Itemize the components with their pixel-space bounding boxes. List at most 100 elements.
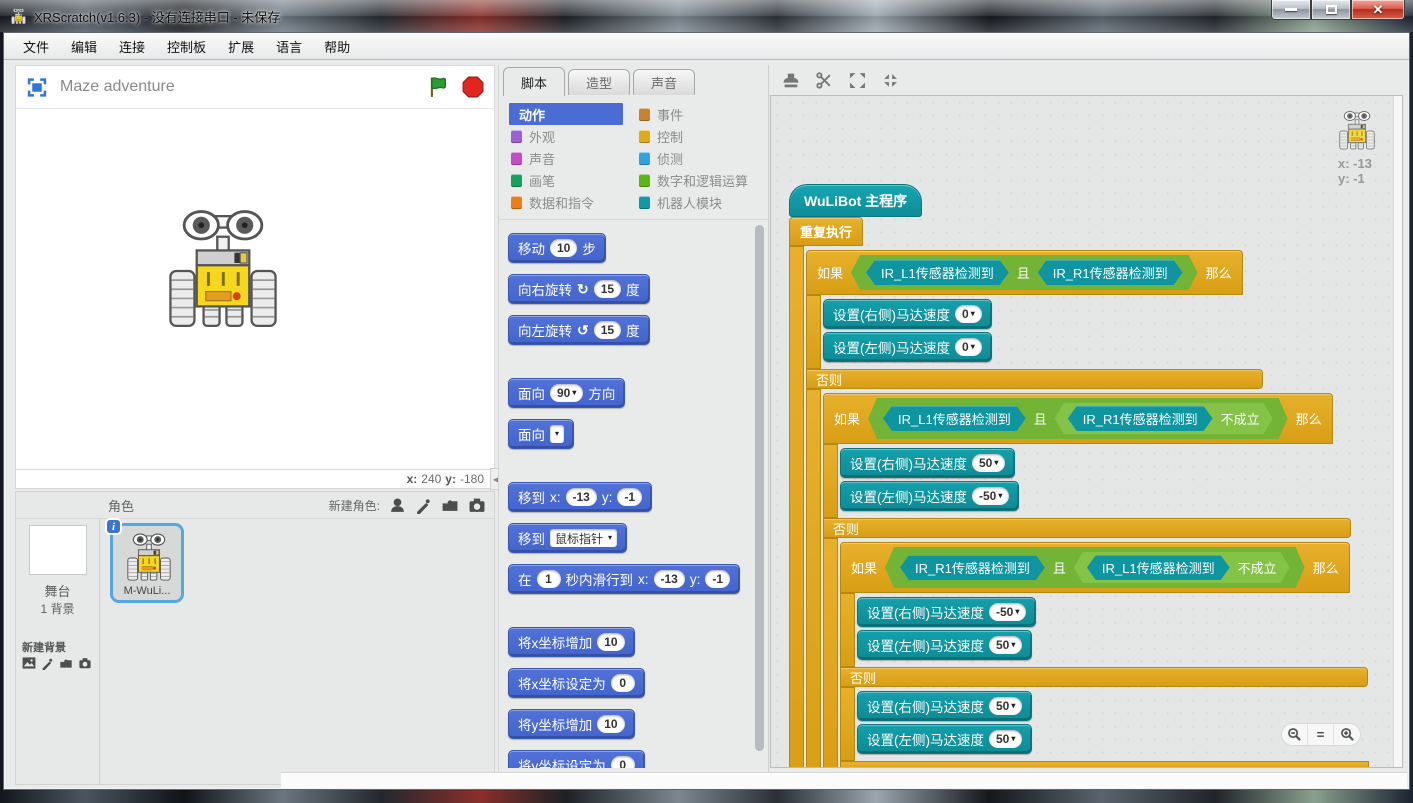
minimize-button[interactable]	[1271, 0, 1311, 20]
number-input[interactable]: -13	[654, 570, 685, 588]
set-right-motor-block[interactable]: 设置(右侧)马达速度50▾	[857, 691, 1032, 721]
block-turn-left[interactable]: 向左旋转↺15度	[508, 315, 650, 345]
menu-connect[interactable]: 连接	[108, 33, 156, 60]
green-flag-button[interactable]	[428, 76, 450, 98]
set-right-motor-block[interactable]: 设置(右侧)马达速度-50▾	[857, 597, 1036, 627]
and-operator[interactable]: IR_L1传感器检测到 且 IR_R1传感器检测到	[851, 255, 1198, 290]
category-events[interactable]: 事件	[637, 103, 765, 125]
set-right-motor-block[interactable]: 设置(右侧)马达速度50▾	[840, 448, 1015, 478]
category-data[interactable]: 数据和指令	[509, 191, 637, 213]
scissors-icon[interactable]	[816, 72, 833, 89]
block-goto-mouse[interactable]: 移到鼠标指针▾	[508, 523, 627, 553]
block-set-y[interactable]: 将y坐标设定为0	[508, 750, 645, 768]
new-sprite-paint-icon[interactable]	[415, 497, 432, 514]
block-change-y[interactable]: 将y坐标增加10	[508, 709, 635, 739]
new-backdrop-camera-icon[interactable]	[78, 657, 92, 669]
and-operator[interactable]: IR_L1传感器检测到 且 IR_R1传感器检测到 不成立	[868, 398, 1288, 439]
category-motion[interactable]: 动作	[509, 103, 623, 125]
if-else-block-2[interactable]: 如果 IR_L1传感器检测到 且 IR_R1传感器检测到 不成立	[823, 393, 1383, 768]
not-operator[interactable]: IR_R1传感器检测到 不成立	[1055, 403, 1273, 434]
sensor-block-ir-l1[interactable]: IR_L1传感器检测到	[883, 406, 1026, 431]
dropdown-input[interactable]: 50▾	[989, 730, 1022, 748]
forever-block[interactable]: 重复执行 如果 IR_L1传感器检测到 且 IR_R1传感器检测到	[789, 217, 1383, 768]
block-glide[interactable]: 在1秒内滑行到x:-13y:-1	[508, 564, 740, 594]
number-input[interactable]: 15	[594, 280, 621, 298]
sensor-block-ir-r1[interactable]: IR_R1传感器检测到	[1038, 260, 1183, 285]
number-input[interactable]: 0	[611, 756, 635, 768]
category-looks[interactable]: 外观	[509, 125, 637, 147]
set-right-motor-block[interactable]: 设置(右侧)马达速度0▾	[823, 299, 992, 329]
category-pen[interactable]: 画笔	[509, 169, 637, 191]
and-operator[interactable]: IR_R1传感器检测到 且 IR_L1传感器检测到 不成立	[885, 547, 1305, 588]
menu-help[interactable]: 帮助	[313, 33, 361, 60]
dropdown-input[interactable]: 鼠标指针▾	[550, 529, 617, 547]
block-point-direction[interactable]: 面向90▾方向	[508, 378, 625, 408]
palette-scrollbar[interactable]	[755, 225, 764, 751]
block-point-towards[interactable]: 面向▾	[508, 419, 574, 449]
dropdown-input[interactable]: -50▾	[972, 487, 1009, 505]
sensor-block-ir-r1[interactable]: IR_R1传感器检测到	[900, 555, 1045, 580]
category-control[interactable]: 控制	[637, 125, 765, 147]
project-title[interactable]: Maze adventure	[60, 78, 428, 96]
number-input[interactable]: 1	[537, 570, 561, 588]
number-input[interactable]: 0	[611, 674, 635, 692]
stage-sprite-image[interactable]	[164, 207, 282, 335]
number-input[interactable]: 15	[594, 321, 621, 339]
dropdown-input[interactable]: 50▾	[989, 697, 1022, 715]
block-change-x[interactable]: 将x坐标增加10	[508, 627, 635, 657]
block-goto-xy[interactable]: 移到x:-13y:-1	[508, 482, 652, 512]
category-robot[interactable]: 机器人模块	[637, 191, 765, 213]
menu-language[interactable]: 语言	[265, 33, 313, 60]
number-input[interactable]: 10	[550, 239, 577, 257]
menu-edit[interactable]: 编辑	[60, 33, 108, 60]
close-button[interactable]: ✕	[1351, 0, 1405, 20]
new-sprite-upload-icon[interactable]	[441, 497, 459, 514]
stop-button[interactable]	[462, 76, 484, 98]
dropdown-input[interactable]: 0▾	[955, 305, 982, 323]
zoom-out-button[interactable]	[1282, 724, 1308, 745]
tab-sounds[interactable]: 声音	[633, 69, 695, 95]
if-else-block-1[interactable]: 如果 IR_L1传感器检测到 且 IR_R1传感器检测到 那么 设置(右侧)马达…	[806, 250, 1383, 768]
tab-costumes[interactable]: 造型	[568, 69, 630, 95]
new-backdrop-upload-icon[interactable]	[59, 657, 73, 670]
dropdown-input[interactable]: 50▾	[989, 636, 1022, 654]
tab-scripts[interactable]: 脚本	[503, 67, 565, 96]
number-input[interactable]: 10	[597, 715, 624, 733]
sprite-thumbnail[interactable]: i M-WuLi...	[110, 523, 184, 603]
category-operators[interactable]: 数字和逻辑运算	[637, 169, 765, 191]
grow-icon[interactable]	[849, 72, 866, 89]
category-sensing[interactable]: 侦测	[637, 147, 765, 169]
number-input[interactable]: -1	[705, 570, 730, 588]
stage-canvas[interactable]	[15, 109, 495, 470]
sensor-block-ir-l1[interactable]: IR_L1传感器检测到	[1087, 555, 1230, 580]
info-icon[interactable]: i	[105, 518, 122, 535]
not-operator[interactable]: IR_L1传感器检测到 不成立	[1074, 552, 1290, 583]
block-set-x[interactable]: 将x坐标设定为0	[508, 668, 645, 698]
dropdown-input[interactable]: ▾	[550, 425, 564, 443]
stamp-icon[interactable]	[782, 72, 800, 89]
script-canvas[interactable]: x: -13 y: -1 WuLiBot 主程序 重复执行 如果 IR_L	[770, 95, 1403, 768]
sensor-block-ir-l1[interactable]: IR_L1传感器检测到	[866, 260, 1009, 285]
set-left-motor-block[interactable]: 设置(左侧)马达速度0▾	[823, 332, 992, 362]
maximize-button[interactable]	[1311, 0, 1351, 20]
sensor-block-ir-r1[interactable]: IR_R1传感器检测到	[1068, 406, 1213, 431]
stage-thumbnail[interactable]	[29, 525, 87, 575]
number-input[interactable]: 10	[597, 633, 624, 651]
menu-file[interactable]: 文件	[12, 33, 60, 60]
set-left-motor-block[interactable]: 设置(左侧)马达速度50▾	[857, 724, 1032, 754]
dropdown-input[interactable]: -50▾	[989, 603, 1026, 621]
zoom-in-button[interactable]	[1334, 724, 1360, 745]
fullscreen-button[interactable]	[26, 78, 48, 97]
new-backdrop-library-icon[interactable]	[22, 657, 36, 669]
dropdown-input[interactable]: 50▾	[972, 454, 1005, 472]
dropdown-input[interactable]: 0▾	[955, 338, 982, 356]
shrink-icon[interactable]	[882, 72, 899, 89]
set-left-motor-block[interactable]: 设置(左侧)马达速度-50▾	[840, 481, 1019, 511]
menu-board[interactable]: 控制板	[156, 33, 217, 60]
zoom-reset-button[interactable]: =	[1308, 724, 1334, 745]
block-turn-right[interactable]: 向右旋转↻15度	[508, 274, 650, 304]
new-sprite-library-icon[interactable]	[389, 497, 406, 514]
number-input[interactable]: -1	[617, 488, 642, 506]
number-input[interactable]: -13	[566, 488, 597, 506]
new-backdrop-paint-icon[interactable]	[41, 657, 54, 670]
